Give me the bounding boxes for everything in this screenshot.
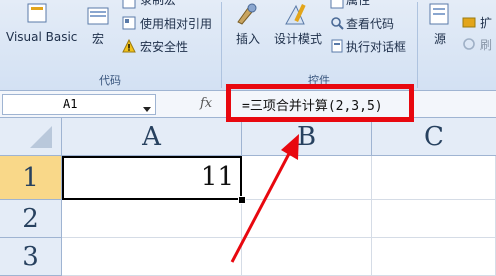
fill-handle[interactable] [238, 196, 246, 204]
expand-pack-button[interactable]: 扩 [480, 14, 492, 31]
cell-a1-value: 11 [200, 162, 234, 192]
properties-button[interactable]: 属性 [346, 0, 370, 8]
view-code-icon [330, 15, 344, 30]
properties-icon [330, 0, 344, 9]
column-header-b[interactable]: B [242, 118, 372, 156]
chevron-down-icon[interactable] [142, 99, 152, 112]
design-mode-icon [284, 2, 310, 26]
row-header-1[interactable]: 1 [0, 156, 62, 200]
expand-pack-icon [462, 14, 476, 28]
macro-security-button[interactable]: 宏安全性 [140, 38, 188, 55]
xml-group: 源 扩 刷 [418, 0, 496, 90]
design-mode-button[interactable]: 设计模式 [274, 30, 322, 47]
visual-basic-button[interactable]: Visual Basic [6, 30, 77, 44]
record-macro-button[interactable]: 录制宏 [140, 0, 176, 8]
select-all-corner[interactable] [0, 118, 62, 156]
refresh-icon [462, 36, 476, 50]
source-button[interactable]: 源 [434, 30, 446, 47]
insert-button[interactable]: 插入 [236, 30, 260, 47]
record-macro-icon [122, 0, 136, 9]
run-dialog-button[interactable]: 执行对话框 [346, 38, 406, 55]
cell-a2[interactable] [62, 200, 242, 238]
ribbon: Visual Basic 宏 录制宏 使用相对引用 宏安全性 代码 插入 设计模… [0, 0, 496, 91]
visual-basic-icon [26, 2, 48, 26]
macro-button[interactable]: 宏 [92, 30, 104, 47]
cell-c1[interactable] [372, 156, 496, 200]
code-group: Visual Basic 宏 录制宏 使用相对引用 宏安全性 代码 [0, 0, 220, 90]
use-relative-reference-button[interactable]: 使用相对引用 [140, 15, 212, 32]
column-header-a[interactable]: A [62, 118, 242, 156]
cell-b3[interactable] [242, 238, 372, 276]
run-dialog-icon [330, 38, 344, 53]
source-icon [428, 2, 450, 26]
cell-b2[interactable] [242, 200, 372, 238]
cell-c2[interactable] [372, 200, 496, 238]
macro-icon [86, 6, 110, 28]
code-group-label: 代码 [99, 74, 121, 87]
cell-b1[interactable] [242, 156, 372, 200]
spreadsheet-grid: A B C 1 2 3 11 [0, 118, 496, 276]
relative-reference-icon [122, 15, 136, 30]
formula-highlight-box [226, 84, 414, 122]
view-code-button[interactable]: 查看代码 [346, 15, 394, 32]
cell-a1[interactable]: 11 [62, 156, 242, 200]
column-header-c[interactable]: C [372, 118, 496, 156]
refresh-data-button[interactable]: 刷 [480, 36, 492, 53]
cell-c3[interactable] [372, 238, 496, 276]
row-header-3[interactable]: 3 [0, 238, 62, 276]
name-box[interactable]: A1 [2, 94, 156, 115]
insert-control-icon [234, 2, 260, 26]
name-box-value: A1 [63, 97, 78, 111]
row-header-2[interactable]: 2 [0, 200, 62, 238]
warning-icon [122, 38, 136, 53]
controls-group: 插入 设计模式 属性 查看代码 执行对话框 控件 [222, 0, 416, 90]
cell-a3[interactable] [62, 238, 242, 276]
fx-icon[interactable]: fx [200, 96, 212, 111]
